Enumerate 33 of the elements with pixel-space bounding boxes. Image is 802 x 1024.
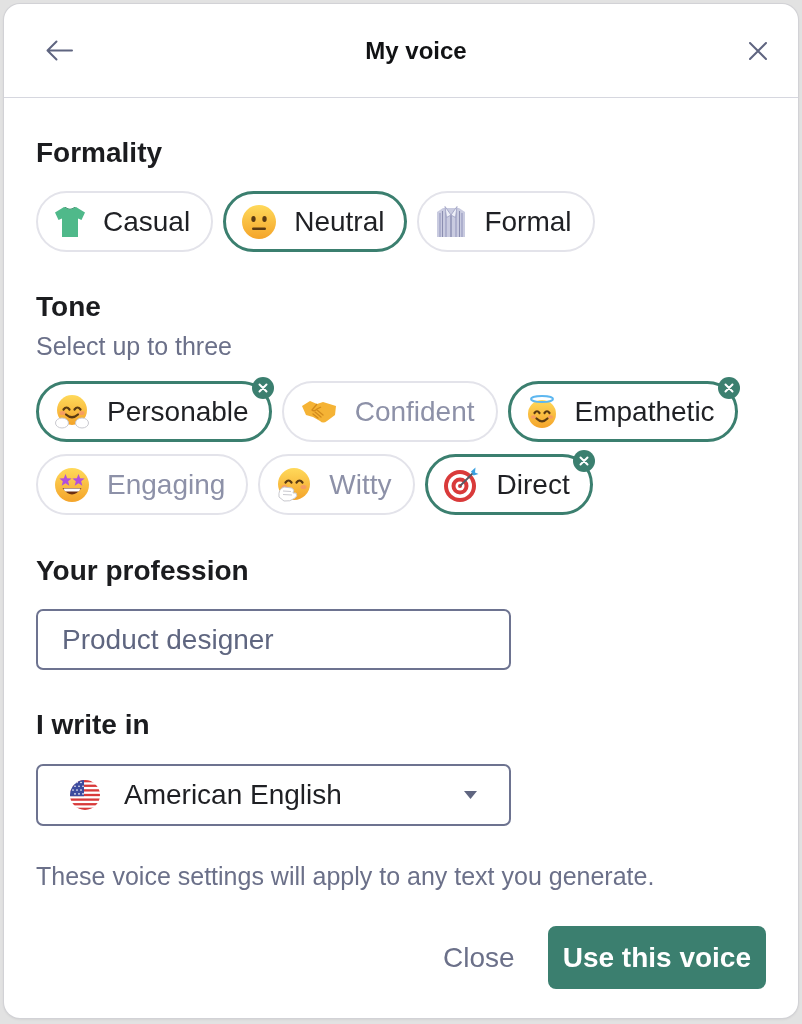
back-arrow-icon[interactable]: [46, 40, 73, 61]
us-flag-icon: [70, 780, 100, 810]
info-text: These voice settings will apply to any text you generate.: [36, 861, 656, 891]
formality-option[interactable]: Casual: [36, 191, 214, 252]
language-dropdown[interactable]: American English: [36, 764, 511, 826]
formality-option[interactable]: Formal: [417, 191, 595, 252]
star-eyes-face-icon: [55, 467, 89, 502]
section-heading: I write in: [36, 709, 151, 741]
remove-icon[interactable]: [251, 377, 274, 399]
hand-over-mouth-face-icon: [277, 467, 312, 502]
caret-icon: [464, 791, 477, 799]
target-icon: [443, 466, 479, 503]
tone-option[interactable]: Personable: [36, 381, 272, 442]
handshake-icon: [300, 399, 337, 424]
tone-option[interactable]: Direct: [424, 454, 593, 515]
hint-text: Select up to three: [36, 331, 233, 361]
tone-option[interactable]: Empathetic: [507, 381, 738, 442]
neutral-face-icon: [242, 204, 277, 239]
profession-field[interactable]: Product designer: [36, 609, 511, 670]
use-voice-button[interactable]: Use this voice: [547, 926, 766, 989]
section-heading: Formality: [36, 137, 164, 169]
dialog-title: My voice: [364, 36, 468, 65]
t-shirt-icon: [55, 206, 85, 237]
remove-icon[interactable]: [717, 377, 740, 399]
formality-option[interactable]: Neutral: [223, 191, 408, 252]
remove-icon[interactable]: [572, 450, 595, 472]
section-heading: Tone: [36, 291, 102, 323]
halo-face-icon: [526, 394, 557, 429]
section-heading: Your profession: [36, 555, 250, 587]
close-button[interactable]: Close: [443, 941, 515, 974]
close-icon[interactable]: [749, 41, 767, 60]
hugging-face-icon: [55, 394, 89, 429]
dress-shirt-icon: [436, 206, 467, 237]
